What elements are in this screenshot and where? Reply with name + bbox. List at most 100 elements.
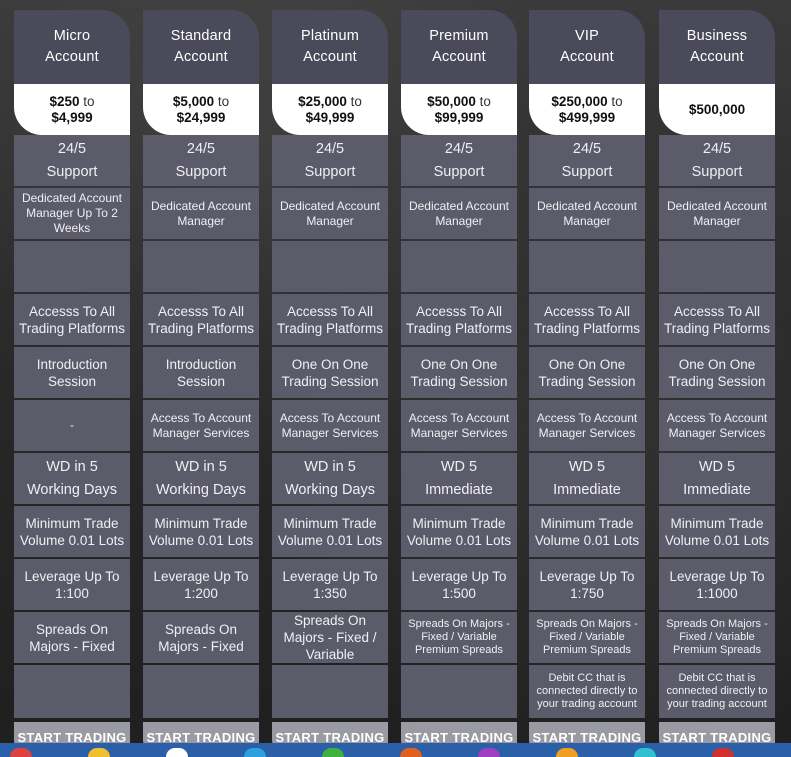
dock-app-icon[interactable] <box>88 748 110 757</box>
price-to: $499,999 <box>558 109 616 125</box>
account-manager-cell: Dedicated Account Manager <box>529 188 645 239</box>
support-hours: 24/5 <box>444 140 474 157</box>
session-cell: One On One Trading Session <box>401 347 517 398</box>
services-cell: Access To Account Manager Services <box>143 400 259 451</box>
debit-card-cell <box>272 665 388 718</box>
account-manager-cell: Dedicated Account Manager <box>659 188 775 239</box>
price-range: $500,000 <box>659 84 775 135</box>
account-label: Account <box>174 49 228 65</box>
account-column: Micro Account $250 to $4,999 24/5 Suppor… <box>14 10 130 752</box>
withdrawal-line1: WD 5 <box>568 458 606 475</box>
withdrawal-line1: WD 5 <box>440 458 478 475</box>
session-cell: Introduction Session <box>14 347 130 398</box>
account-name: VIP <box>575 28 599 44</box>
platforms-cell: Accesss To All Trading Platforms <box>401 294 517 345</box>
support-cell: 24/5 Support <box>14 135 130 186</box>
price-range: $250,000 to $499,999 <box>529 84 645 135</box>
empty-cell <box>143 241 259 292</box>
session-cell: One On One Trading Session <box>659 347 775 398</box>
debit-card-cell: Debit CC that is connected directly to y… <box>529 665 645 718</box>
account-manager-cell: Dedicated Account Manager <box>272 188 388 239</box>
dock-app-icon[interactable] <box>712 748 734 757</box>
session-cell: Introduction Session <box>143 347 259 398</box>
account-label: Account <box>560 49 614 65</box>
services-cell: Access To Account Manager Services <box>659 400 775 451</box>
services-cell: - <box>14 400 130 451</box>
dock-app-icon[interactable] <box>478 748 500 757</box>
account-header: VIP Account <box>529 10 645 84</box>
support-hours: 24/5 <box>57 140 87 157</box>
withdrawal-cell: WD 5 Immediate <box>529 453 645 504</box>
price-from: $5,000 <box>172 93 215 109</box>
withdrawal-line2: Immediate <box>553 481 621 498</box>
platforms-cell: Accesss To All Trading Platforms <box>14 294 130 345</box>
withdrawal-line2: Working Days <box>156 481 246 498</box>
dock-app-icon[interactable] <box>10 748 32 757</box>
empty-cell <box>529 241 645 292</box>
leverage-cell: Leverage Up To 1:500 <box>401 559 517 610</box>
dock-app-icon[interactable] <box>166 748 188 757</box>
support-hours: 24/5 <box>315 140 345 157</box>
dock-app-icon[interactable] <box>322 748 344 757</box>
debit-card-cell <box>401 665 517 718</box>
platforms-cell: Accesss To All Trading Platforms <box>659 294 775 345</box>
leverage-cell: Leverage Up To 1:100 <box>14 559 130 610</box>
price-to-word: to <box>83 93 95 109</box>
leverage-cell: Leverage Up To 1:200 <box>143 559 259 610</box>
services-cell: Access To Account Manager Services <box>529 400 645 451</box>
price-to-word: to <box>479 93 491 109</box>
support-label: Support <box>691 163 743 180</box>
min-trade-cell: Minimum Trade Volume 0.01 Lots <box>401 506 517 557</box>
account-manager-cell: Dedicated Account Manager Up To 2 Weeks <box>14 188 130 239</box>
spreads-cell: Spreads On Majors - Fixed / Variable Pre… <box>659 612 775 663</box>
dock-app-icon[interactable] <box>556 748 578 757</box>
price-to: $99,999 <box>434 109 484 125</box>
support-cell: 24/5 Support <box>529 135 645 186</box>
debit-card-cell <box>14 665 130 718</box>
spreads-cell: Spreads On Majors - Fixed / Variable Pre… <box>401 612 517 663</box>
account-column: Standard Account $5,000 to $24,999 24/5 … <box>143 10 259 752</box>
spreads-cell: Spreads On Majors - Fixed / Variable Pre… <box>529 612 645 663</box>
withdrawal-line1: WD in 5 <box>175 458 227 475</box>
support-cell: 24/5 Support <box>401 135 517 186</box>
dock-app-icon[interactable] <box>400 748 422 757</box>
empty-cell <box>401 241 517 292</box>
price-to-word: to <box>217 93 230 109</box>
account-label: Account <box>432 49 486 65</box>
spreads-cell: Spreads On Majors - Fixed <box>143 612 259 663</box>
withdrawal-line2: Working Days <box>27 481 117 498</box>
withdrawal-cell: WD 5 Immediate <box>659 453 775 504</box>
min-trade-cell: Minimum Trade Volume 0.01 Lots <box>272 506 388 557</box>
platforms-cell: Accesss To All Trading Platforms <box>272 294 388 345</box>
withdrawal-line2: Immediate <box>683 481 751 498</box>
dock-app-icon[interactable] <box>244 748 266 757</box>
account-header: Business Account <box>659 10 775 84</box>
session-cell: One On One Trading Session <box>272 347 388 398</box>
empty-cell <box>659 241 775 292</box>
withdrawal-line2: Immediate <box>425 481 493 498</box>
min-trade-cell: Minimum Trade Volume 0.01 Lots <box>143 506 259 557</box>
dock-app-icon[interactable] <box>634 748 656 757</box>
account-manager-cell: Dedicated Account Manager <box>401 188 517 239</box>
leverage-cell: Leverage Up To 1:1000 <box>659 559 775 610</box>
price-to: $49,999 <box>305 109 355 125</box>
price-range: $250 to $4,999 <box>14 84 130 135</box>
account-name: Business <box>686 28 748 44</box>
account-label: Account <box>303 49 357 65</box>
price-to-word: to <box>611 93 623 109</box>
price-from: $500,000 <box>688 101 746 117</box>
withdrawal-line1: WD in 5 <box>304 458 356 475</box>
account-column: Premium Account $50,000 to $99,999 24/5 … <box>401 10 517 752</box>
spreads-cell: Spreads On Majors - Fixed <box>14 612 130 663</box>
spreads-cell: Spreads On Majors - Fixed / Variable <box>272 612 388 663</box>
support-hours: 24/5 <box>186 140 216 157</box>
price-to: $4,999 <box>51 109 93 125</box>
empty-cell <box>14 241 130 292</box>
account-label: Account <box>690 49 744 65</box>
account-name: Micro <box>53 28 91 44</box>
support-hours: 24/5 <box>702 140 732 157</box>
account-label: Account <box>45 49 99 65</box>
account-name: Platinum <box>300 28 359 44</box>
withdrawal-cell: WD 5 Immediate <box>401 453 517 504</box>
withdrawal-cell: WD in 5 Working Days <box>272 453 388 504</box>
